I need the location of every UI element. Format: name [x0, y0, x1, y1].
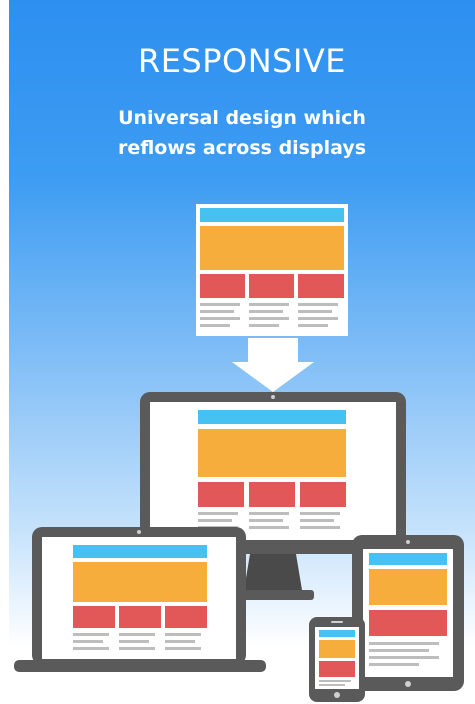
laptop-icon [14, 527, 266, 672]
wireframe-page-icon [196, 204, 348, 336]
smartphone-icon [309, 617, 365, 702]
devices-illustration [14, 204, 464, 702]
tablet-icon [352, 535, 464, 691]
down-arrow-icon [232, 338, 314, 392]
